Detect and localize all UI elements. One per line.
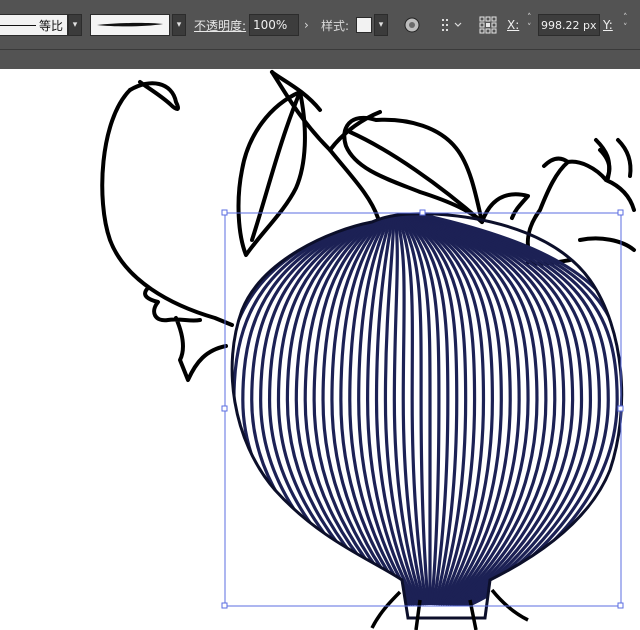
- opacity-input[interactable]: 100%: [249, 14, 299, 36]
- y-stepper-icon[interactable]: ˄ ˅: [623, 13, 628, 35]
- left-fruit-outline: [100, 80, 234, 382]
- x-stepper-icon[interactable]: ˄ ˅: [527, 13, 532, 35]
- brush-stroke-preview: [97, 22, 163, 27]
- x-coordinate-input[interactable]: 998.22 px: [538, 14, 600, 36]
- variable-width-profile-dropdown[interactable]: 等比: [0, 14, 68, 36]
- x-coordinate-label[interactable]: X:: [507, 14, 519, 36]
- align-to-icon[interactable]: [441, 14, 463, 36]
- style-label: 样式:: [321, 18, 350, 33]
- graphic-style-swatch[interactable]: [356, 17, 372, 33]
- opacity-chevron-right-icon[interactable]: ›: [304, 14, 309, 36]
- stroke-profile-label: 等比: [38, 18, 63, 33]
- reference-point-icon[interactable]: [479, 14, 497, 36]
- style-chevron-down-icon[interactable]: ▾: [374, 14, 388, 36]
- artboard-canvas[interactable]: [0, 69, 640, 630]
- artwork-svg: [100, 70, 636, 630]
- fruit-stripe: [232, 214, 391, 607]
- pasteboard-strip: [0, 50, 640, 69]
- recolor-artwork-icon[interactable]: [404, 14, 420, 36]
- brush-definition-dropdown[interactable]: [90, 14, 170, 36]
- y-coordinate-label[interactable]: Y:: [603, 14, 613, 36]
- opacity-label[interactable]: 不透明度:: [194, 14, 246, 36]
- striped-fruit: [232, 214, 622, 607]
- profile-chevron-down-icon[interactable]: ▾: [68, 14, 82, 36]
- control-bar: 等比 ▾ ▾ 不透明度: 100% › 样式: ▾ X: ˄ ˅ 998.22 p…: [0, 0, 640, 50]
- profile-line-preview: [0, 25, 36, 26]
- brush-chevron-down-icon[interactable]: ▾: [172, 14, 186, 36]
